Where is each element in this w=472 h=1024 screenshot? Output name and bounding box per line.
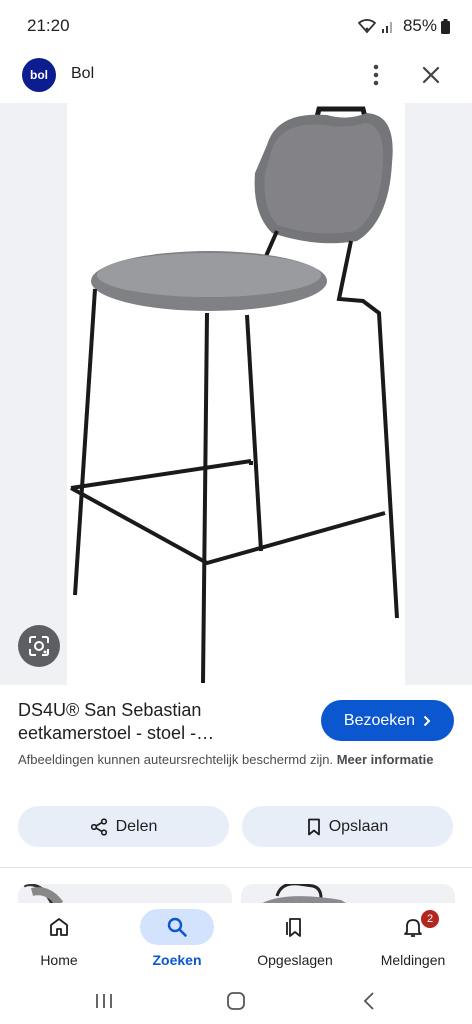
app-header: bol Bol <box>0 52 472 100</box>
lens-icon <box>29 636 49 656</box>
image-preview-area[interactable] <box>0 103 472 685</box>
nav-item-home[interactable]: Home <box>0 903 118 980</box>
logo-text: bol <box>30 68 48 82</box>
site-logo[interactable]: bol <box>22 58 56 92</box>
result-title[interactable]: DS4U® San Sebastian eetkamerstoel - stoe… <box>18 699 308 745</box>
recent-apps-icon <box>96 994 112 1008</box>
nav-item-search[interactable]: Zoeken <box>118 903 236 980</box>
more-vert-icon <box>373 64 379 86</box>
close-icon <box>422 66 440 84</box>
site-name[interactable]: Bol <box>71 65 94 83</box>
nav-item-saved[interactable]: Opgeslagen <box>236 903 354 980</box>
visit-button[interactable]: Bezoeken <box>321 700 454 741</box>
back-button[interactable] <box>354 986 384 1016</box>
more-info-link[interactable]: Meer informatie <box>337 752 434 767</box>
home-circle-icon <box>227 992 245 1010</box>
nav-item-notifications[interactable]: 2 Meldingen <box>354 903 472 980</box>
bookmarks-icon <box>286 918 301 937</box>
battery-icon <box>441 18 450 34</box>
back-chevron-icon <box>363 992 374 1010</box>
chevron-right-icon <box>423 715 431 726</box>
visit-label: Bezoeken <box>343 711 416 729</box>
product-image[interactable] <box>67 103 405 685</box>
status-icons: 85% <box>357 16 450 36</box>
nav-icon-wrap <box>258 909 332 945</box>
battery-percent: 85% <box>402 16 437 35</box>
close-button[interactable] <box>418 62 444 88</box>
status-bar: 21:20 85% <box>0 0 472 52</box>
nav-icon-wrap <box>140 909 214 945</box>
share-icon <box>90 817 107 836</box>
home-system-button[interactable] <box>221 986 251 1016</box>
related-images-row <box>0 868 472 908</box>
copyright-note: Afbeeldingen kunnen auteursrechtelijk be… <box>18 750 458 769</box>
bar-stool-image <box>70 106 399 684</box>
nav-label-search: Zoeken <box>152 952 202 968</box>
share-button[interactable]: Delen <box>18 806 229 847</box>
lens-search-button[interactable] <box>18 625 60 667</box>
save-button[interactable]: Opslaan <box>242 806 453 847</box>
nav-icon-wrap <box>376 909 450 945</box>
save-label: Opslaan <box>328 817 389 835</box>
wifi-icon <box>357 19 377 34</box>
home-icon <box>50 918 68 936</box>
nav-label-saved: Opgeslagen <box>257 952 333 968</box>
bookmark-icon <box>307 818 320 835</box>
recent-apps-button[interactable] <box>89 986 119 1016</box>
notification-badge: 2 <box>421 910 439 928</box>
copyright-text: Afbeeldingen kunnen auteursrechtelijk be… <box>18 752 334 767</box>
nav-icon-wrap <box>22 909 96 945</box>
search-icon <box>167 917 187 937</box>
nav-label-notifications: Meldingen <box>380 952 446 968</box>
more-options-button[interactable] <box>364 62 388 88</box>
status-time: 21:20 <box>27 16 70 35</box>
nav-label-home: Home <box>40 952 78 968</box>
system-nav-bar <box>0 980 472 1024</box>
bottom-nav: Home Zoeken Opgeslagen 2 Meldingen <box>0 903 472 980</box>
share-label: Delen <box>115 817 158 835</box>
signal-icon <box>381 22 392 33</box>
